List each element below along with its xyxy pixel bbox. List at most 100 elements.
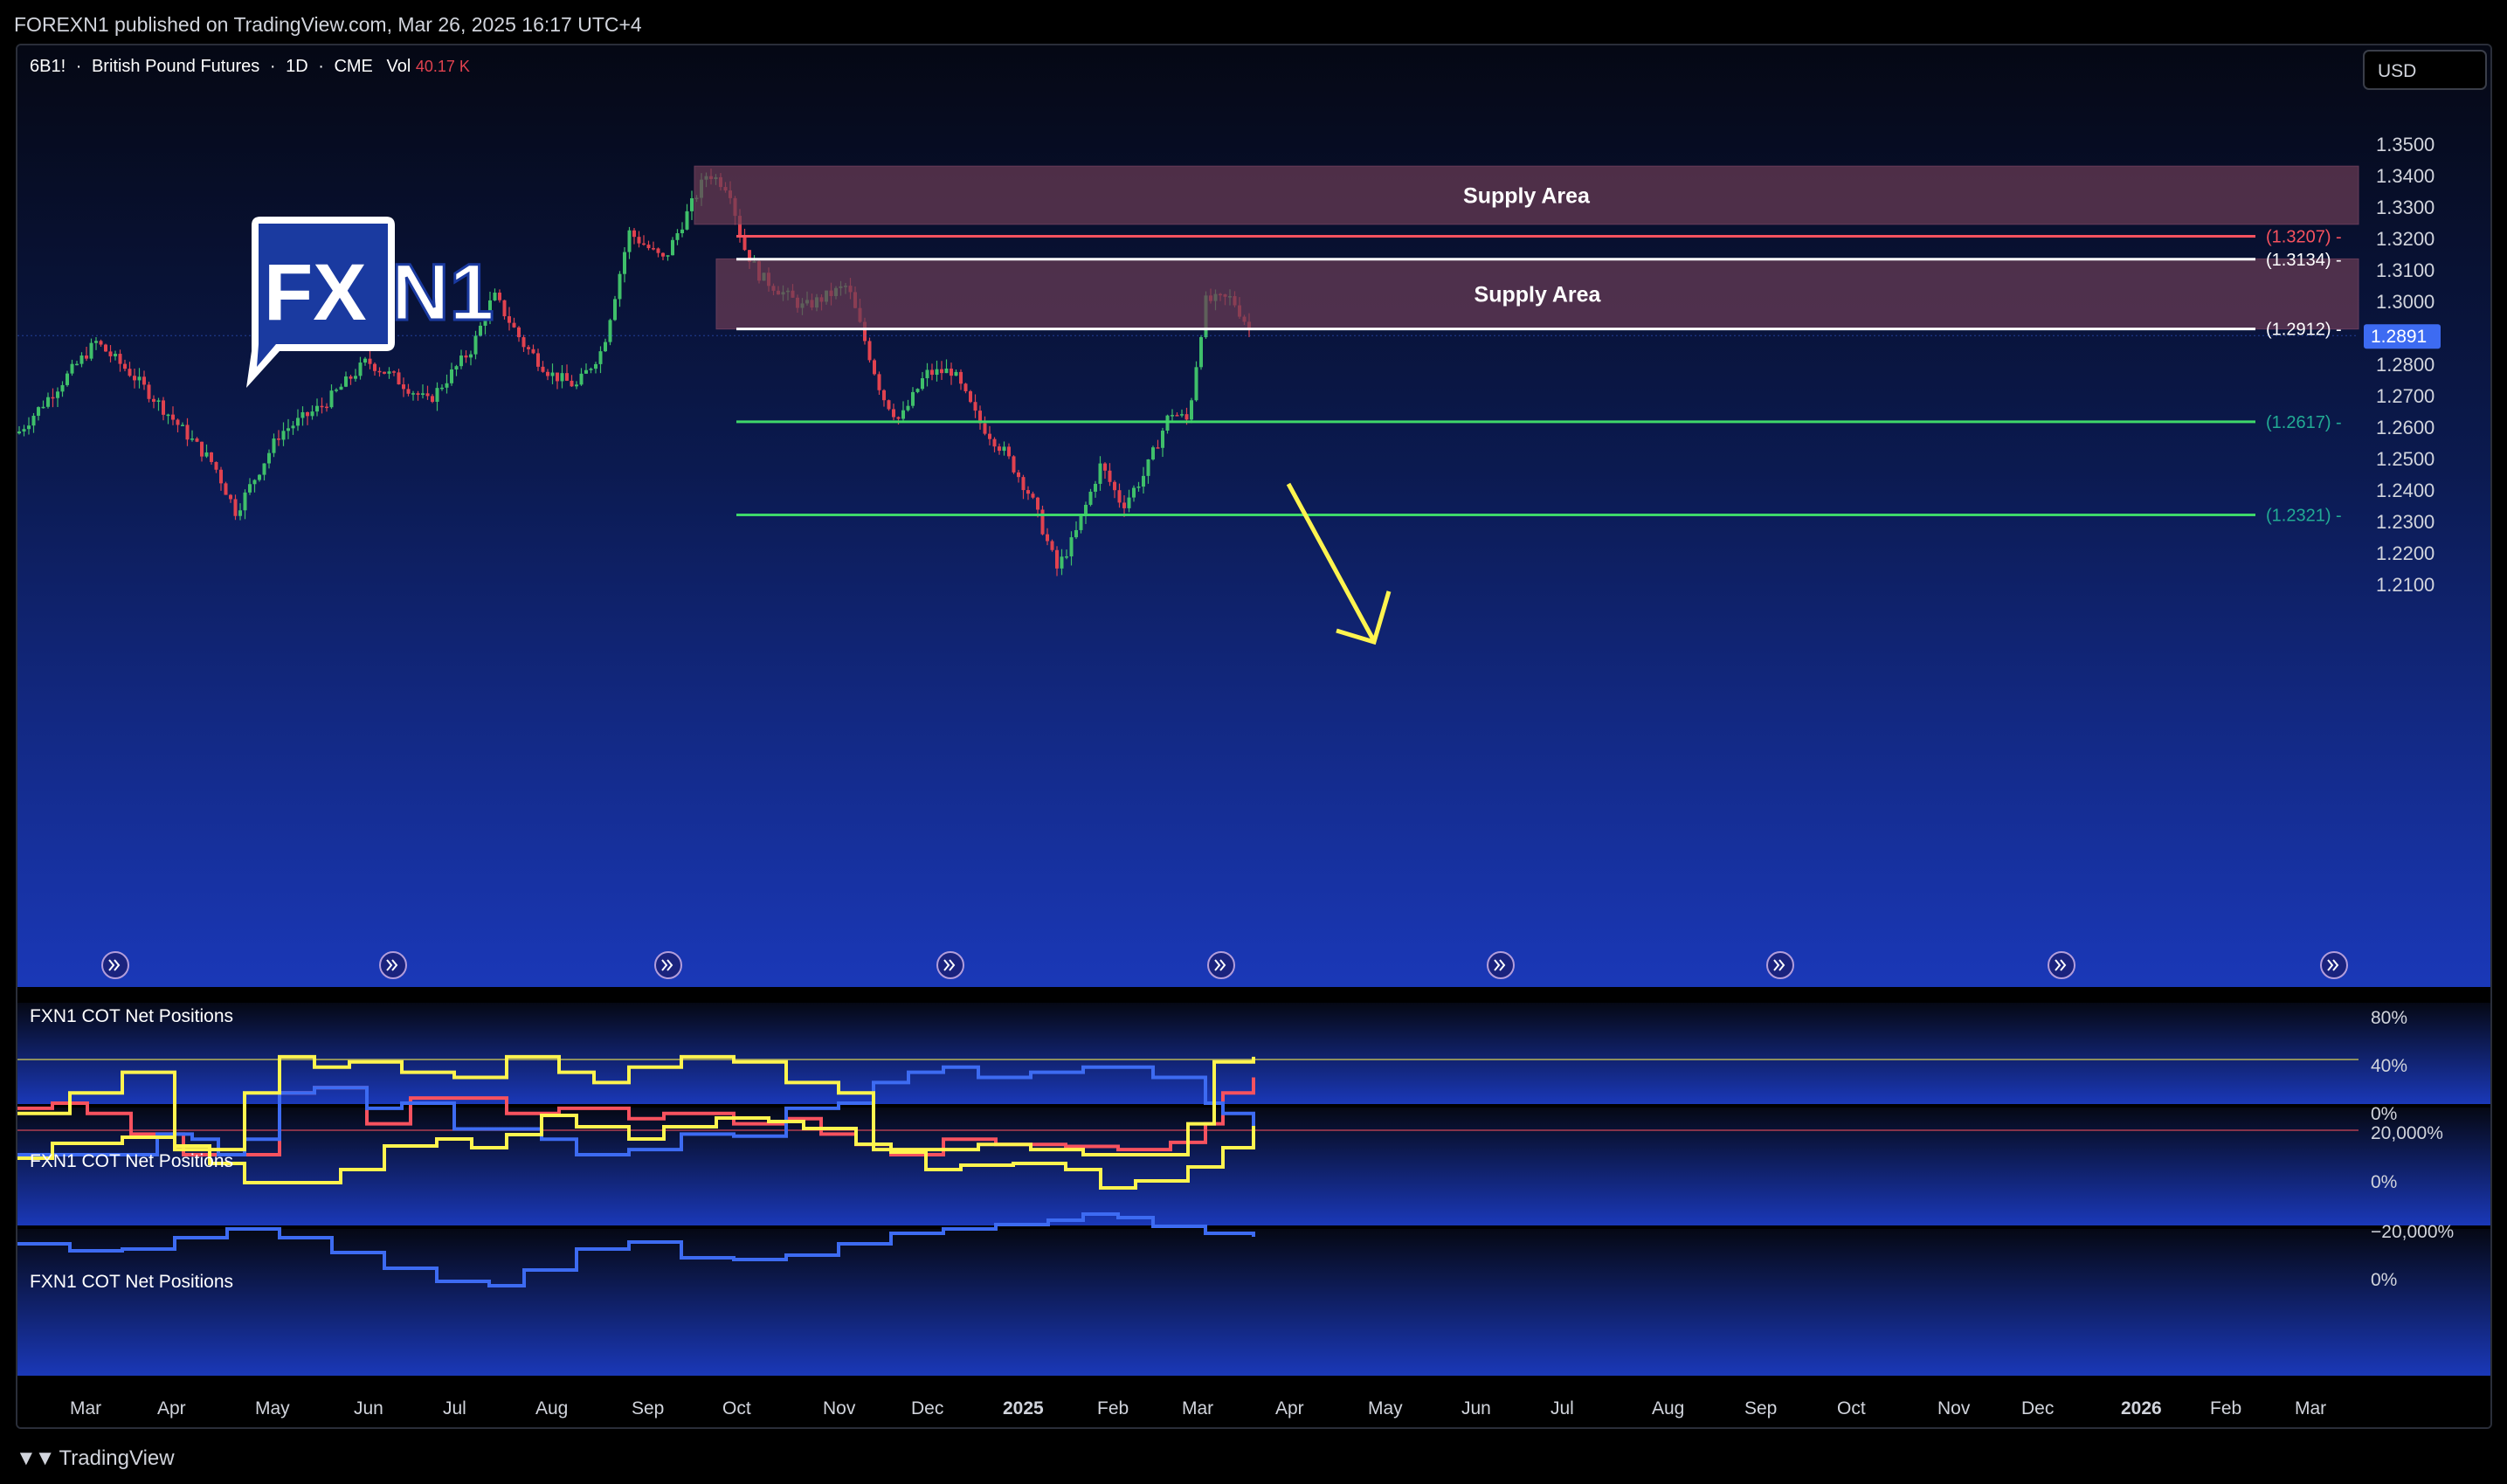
chart-canvas[interactable]: Supply Area Supply Area (1.3207) - (1.3134…	[17, 45, 2492, 1429]
time-axis-label: May	[1368, 1398, 1403, 1418]
symbol-ticker[interactable]: 6B1!	[30, 57, 66, 76]
candle	[27, 425, 31, 430]
candle	[1055, 549, 1059, 569]
candle	[925, 369, 929, 379]
price-axis-label: 1.2400	[2376, 480, 2434, 501]
candle	[229, 494, 232, 500]
candle	[661, 252, 665, 257]
candle	[17, 431, 21, 434]
candle	[546, 371, 549, 376]
time-axis-label: Mar	[2295, 1398, 2326, 1418]
candle	[85, 355, 88, 359]
svg-text:6B1! · British: 6B1! · British Pound Futures · 1D · CME …	[30, 57, 470, 76]
candle	[267, 452, 271, 464]
price-axis-label: 1.3400	[2376, 165, 2434, 187]
candle	[646, 245, 651, 249]
candle	[675, 232, 680, 240]
candle	[940, 369, 943, 374]
candle	[421, 393, 425, 396]
candle	[156, 400, 161, 402]
candle	[882, 390, 886, 401]
candle	[377, 370, 382, 373]
candle	[181, 424, 184, 426]
time-axis-label: Feb	[2210, 1398, 2241, 1418]
tradingview-logo[interactable]: ▼▼ TradingView	[16, 1446, 175, 1471]
candle	[589, 369, 593, 370]
candle	[896, 417, 901, 419]
event-marker-icon[interactable]	[379, 951, 407, 979]
candle	[1079, 515, 1083, 530]
candle	[1184, 414, 1189, 420]
candle	[425, 393, 430, 397]
candle	[1180, 414, 1184, 416]
event-marker-icon[interactable]	[101, 951, 129, 979]
time-axis-label: May	[255, 1398, 290, 1418]
pane-title[interactable]: FXN1 COT Net Positions	[30, 1272, 233, 1292]
candle	[291, 425, 295, 429]
price-axis-label: 1.2200	[2376, 542, 2434, 564]
candle	[262, 463, 266, 475]
pane-title[interactable]: FXN1 COT Net Positions	[30, 1151, 233, 1171]
time-axis-label: Oct	[1837, 1398, 1866, 1418]
time-axis-label: Sep	[632, 1398, 664, 1418]
level-label: (1.3134) -	[2266, 251, 2342, 270]
candle	[459, 355, 463, 367]
logo-fx: FX	[264, 248, 367, 337]
candle	[70, 363, 74, 374]
candle	[147, 384, 151, 399]
currency-button[interactable]: USD	[2363, 50, 2487, 90]
candle	[598, 351, 603, 364]
candle	[104, 344, 107, 352]
logo-n1: N1	[391, 248, 494, 337]
candle	[608, 320, 612, 342]
candle	[306, 411, 309, 417]
candle	[176, 419, 180, 425]
event-marker-icon[interactable]	[2048, 951, 2075, 979]
candle	[1036, 497, 1039, 510]
time-axis-label: Jun	[354, 1398, 383, 1418]
event-marker-icon[interactable]	[654, 951, 682, 979]
candle	[204, 452, 209, 457]
pane-axis-label: 40%	[2371, 1056, 2407, 1076]
candle	[349, 376, 353, 379]
pane-title[interactable]: FXN1 COT Net Positions	[30, 1006, 233, 1026]
candle	[498, 293, 501, 300]
event-marker-icon[interactable]	[1487, 951, 1515, 979]
candle	[1074, 529, 1078, 538]
candle	[224, 483, 228, 495]
symbol-legend[interactable]: 6B1! · British Pound Futures · 1D · CME …	[30, 57, 470, 76]
candle	[531, 349, 535, 354]
chart-frame[interactable]: Supply Area Supply Area (1.3207) - (1.3134…	[16, 44, 2492, 1429]
candle	[383, 371, 386, 374]
time-axis-label: Mar	[70, 1398, 101, 1418]
time-axis-label: Aug	[1652, 1398, 1684, 1418]
candle	[988, 433, 991, 439]
candle	[1171, 415, 1174, 417]
currency-label[interactable]: USD	[2378, 61, 2416, 81]
candle	[387, 371, 391, 374]
candle	[252, 480, 257, 485]
candle	[142, 376, 146, 385]
candle	[1127, 497, 1131, 508]
candle	[618, 273, 622, 300]
candle	[690, 197, 694, 211]
pane-axis-label: −20,000%	[2371, 1222, 2454, 1242]
candle	[238, 510, 242, 516]
candle	[556, 372, 559, 382]
candle	[1088, 491, 1093, 505]
candle	[1069, 537, 1074, 556]
time-axis-label: Dec	[2021, 1398, 2054, 1418]
candle	[1012, 456, 1016, 473]
event-marker-icon[interactable]	[936, 951, 964, 979]
candle	[604, 342, 607, 352]
candle	[1060, 556, 1064, 569]
candle	[575, 384, 578, 387]
candle	[521, 337, 526, 348]
event-marker-icon[interactable]	[1766, 951, 1794, 979]
candle	[406, 389, 411, 394]
candle	[1146, 459, 1150, 476]
candle	[287, 428, 290, 431]
event-marker-icon[interactable]	[2320, 951, 2348, 979]
candle	[152, 398, 155, 402]
event-marker-icon[interactable]	[1207, 951, 1235, 979]
